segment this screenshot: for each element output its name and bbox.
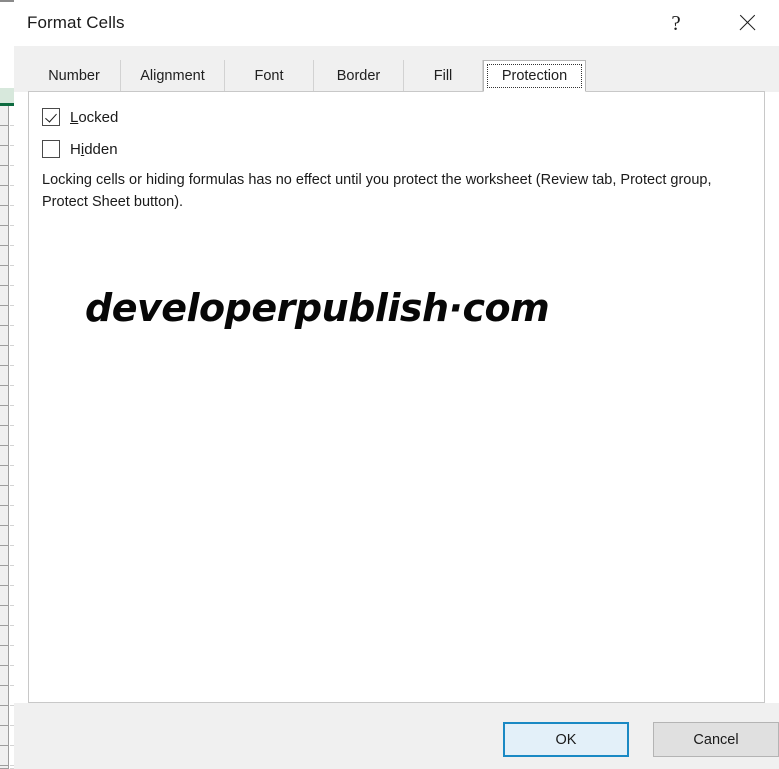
tab-alignment[interactable]: Alignment [121,60,225,92]
tab-fill[interactable]: Fill [404,60,483,92]
excel-row-header [0,306,9,326]
tab-label: Font [254,68,284,84]
tab-strip-band: Number Alignment Font Border Fill Protec… [14,46,779,92]
close-x-icon [724,0,770,46]
excel-row-header [0,446,9,466]
excel-row-header [0,606,9,626]
locked-label-rest: ocked [78,108,119,126]
question-mark-icon: ? [671,11,681,35]
format-cells-dialog: Format Cells ? Number Alignment Font Bor… [14,0,779,769]
excel-row-header [0,486,9,506]
excel-row-header [0,706,9,726]
cancel-button[interactable]: Cancel [653,722,779,757]
tab-label: Number [48,68,100,84]
close-button[interactable] [724,0,770,46]
tab-strip: Number Alignment Font Border Fill Protec… [28,60,586,92]
excel-row-header [0,466,9,486]
hidden-checkbox-label: Hidden [70,141,118,158]
excel-row-header [0,686,9,706]
excel-row-header [0,626,9,646]
dialog-title: Format Cells [27,13,125,32]
excel-selected-row-highlight [0,88,14,104]
excel-header-band [0,2,14,88]
excel-row-header [0,646,9,666]
hidden-label-start: H [70,140,81,158]
locked-checkbox[interactable] [42,108,60,126]
excel-background-sliver [0,0,14,769]
help-button[interactable]: ? [653,0,699,46]
watermark-text: developerpublish·com [85,286,550,330]
tab-border[interactable]: Border [314,60,404,92]
excel-row-header [0,206,9,226]
protection-tab-panel: Locked Hidden Locking cells or hiding fo… [28,91,765,703]
tab-protection[interactable]: Protection [483,60,586,92]
dialog-footer: OK Cancel [14,703,779,769]
excel-row-header [0,166,9,186]
hidden-checkbox-row[interactable]: Hidden [42,140,118,158]
excel-row-header [0,566,9,586]
excel-row-header [0,746,9,766]
excel-row-header [0,386,9,406]
excel-row-header [0,186,9,206]
excel-row-header [0,146,9,166]
hidden-checkbox[interactable] [42,140,60,158]
protection-description-text: Locking cells or hiding formulas has no … [42,172,712,210]
excel-row-header [0,246,9,266]
excel-row-header [0,226,9,246]
excel-row-header [0,266,9,286]
excel-row-header [0,506,9,526]
tab-number[interactable]: Number [28,60,121,92]
dialog-title-bar: Format Cells ? [14,0,779,46]
tab-focus-ring [487,64,582,88]
excel-row-header [0,106,9,126]
excel-row-header [0,526,9,546]
tab-label: Alignment [140,68,205,84]
excel-row-header [0,326,9,346]
excel-row-header [0,346,9,366]
locked-checkbox-row[interactable]: Locked [42,108,118,126]
excel-row-header [0,586,9,606]
excel-row-header [0,286,9,306]
excel-row-header [0,366,9,386]
excel-row-header [0,126,9,146]
ok-button[interactable]: OK [503,722,629,757]
excel-row-header [0,546,9,566]
excel-row-header [0,726,9,746]
tab-label: Border [336,68,381,84]
excel-row-header [0,426,9,446]
locked-checkbox-label: Locked [70,109,118,126]
hidden-label-rest: dden [84,140,118,158]
excel-row-header [0,666,9,686]
tab-label: Fill [433,68,453,84]
tab-font[interactable]: Font [225,60,314,92]
excel-row-header [0,406,9,426]
